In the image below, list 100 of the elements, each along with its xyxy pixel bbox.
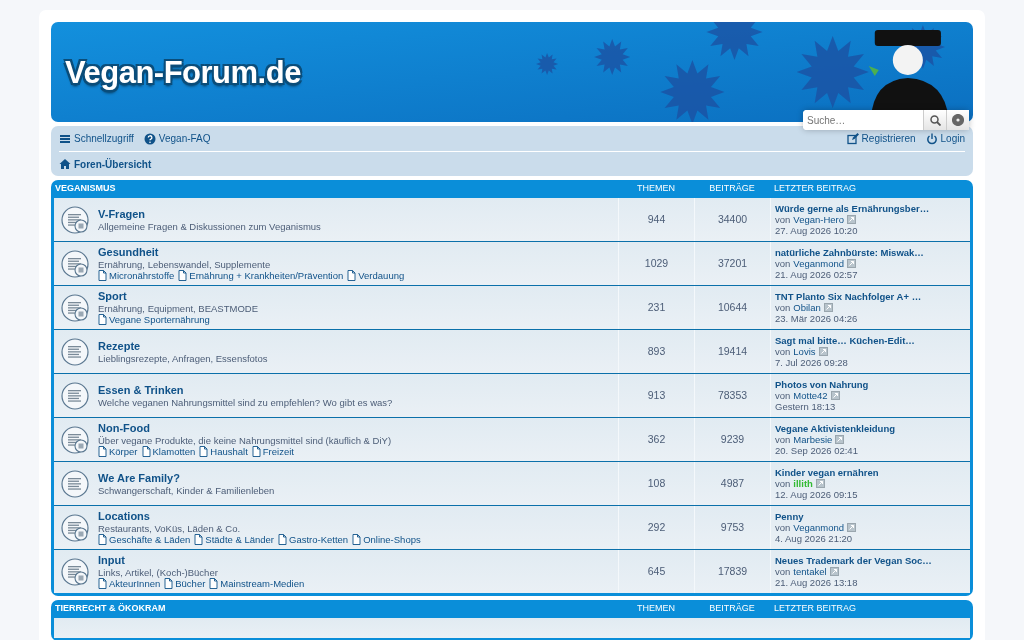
last-post-link[interactable]: natürliche Zahnbürste: Miswak… <box>775 247 966 258</box>
document-icon <box>178 270 188 281</box>
advanced-search-button[interactable] <box>946 110 969 130</box>
forum-title-link[interactable]: Essen & Trinken <box>98 383 393 397</box>
document-icon <box>194 534 204 545</box>
last-post-link[interactable]: TNT Planto Six Nachfolger A+ … <box>775 291 966 302</box>
forum-title-link[interactable]: Rezepte <box>98 339 268 353</box>
document-icon <box>164 578 174 589</box>
search-icon <box>929 114 941 126</box>
post-time: 27. Aug 2026 10:20 <box>775 225 859 236</box>
by-label: von <box>775 434 791 445</box>
document-icon <box>352 534 362 545</box>
search-field[interactable]: Suche… <box>803 110 969 130</box>
topic-count: 645 <box>618 550 694 593</box>
search-button[interactable] <box>923 110 946 130</box>
post-time: 4. Aug 2026 21:20 <box>775 533 854 544</box>
subforum-link[interactable]: Micronährstoffe <box>98 270 175 281</box>
column-header: BEITRÄGE <box>708 182 756 196</box>
subforum-link[interactable]: Körper <box>98 446 138 457</box>
author-link[interactable]: Motte42 <box>793 390 828 401</box>
subforum-link[interactable]: Ernährung + Krankheiten/Prävention <box>178 270 344 281</box>
section-title[interactable]: TIERRECHT & ÖKOKRAM <box>54 602 618 616</box>
forum-description: Ernährung, Equipment, BEASTMODE <box>98 303 258 314</box>
subforum-link[interactable]: Verdauung <box>347 270 405 281</box>
author-link[interactable]: Obilan <box>793 302 821 313</box>
document-icon <box>98 270 107 281</box>
menu-icon <box>59 132 71 145</box>
view-post-icon[interactable] <box>847 259 857 268</box>
view-post-icon[interactable] <box>847 215 857 224</box>
post-time: 21. Aug 2026 02:57 <box>775 269 859 280</box>
by-label: von <box>775 478 791 489</box>
view-post-icon[interactable] <box>830 391 840 400</box>
last-post-link[interactable]: Sagt mal bitte… Küchen-Edit… <box>775 335 966 346</box>
document-icon <box>98 446 107 457</box>
post-time: 12. Aug 2026 09:15 <box>775 489 859 500</box>
nav-link[interactable]: Schnellzugriff <box>59 131 134 146</box>
subforum-link[interactable]: Städte & Länder <box>194 534 274 545</box>
subforum-link[interactable]: Gastro-Ketten <box>278 534 349 545</box>
nav-link[interactable]: Login <box>925 131 965 146</box>
forum-description: Allgemeine Fragen & Diskussionen zum Veganismus <box>98 220 321 232</box>
post-time: 20. Sep 2026 02:41 <box>775 445 859 456</box>
view-post-icon[interactable] <box>829 567 839 576</box>
view-post-icon[interactable] <box>815 479 825 488</box>
view-post-icon[interactable] <box>818 347 828 356</box>
view-post-icon[interactable] <box>847 523 857 532</box>
last-post-link[interactable]: Penny <box>775 511 966 522</box>
subforum-link[interactable]: Klamotten <box>141 446 196 457</box>
forum-description: Schwangerschaft, Kinder & Familienleben <box>98 484 275 496</box>
nav-link[interactable]: Registrieren <box>846 131 916 146</box>
author-link[interactable]: Marbesie <box>793 434 833 445</box>
breadcrumb-link[interactable]: Foren-Übersicht <box>59 156 152 172</box>
view-post-icon[interactable] <box>835 435 845 444</box>
last-post-link[interactable]: Photos von Nahrung <box>775 379 966 390</box>
last-post-link[interactable]: Vegane Aktivistenkleidung <box>775 423 966 434</box>
document-icon <box>199 446 209 457</box>
last-post-link[interactable]: Würde gerne als Ernährungsber… <box>775 203 966 214</box>
power-icon <box>925 132 938 145</box>
forum-title-link[interactable]: Gesundheit <box>98 246 405 259</box>
by-label: von <box>775 258 791 269</box>
forum-title-link[interactable]: Non-Food <box>98 422 392 435</box>
subforum-link[interactable]: Vegane Sporternährung <box>98 314 210 325</box>
subforum-link[interactable]: Bücher <box>164 578 206 589</box>
subforum-link[interactable]: Haushalt <box>199 446 248 457</box>
forum-title-link[interactable]: Input <box>98 554 305 567</box>
subforum-link[interactable]: AkteurInnen <box>98 578 161 589</box>
document-icon <box>278 534 287 545</box>
document-icon <box>98 534 107 545</box>
forum-title-link[interactable]: Sport <box>98 290 258 303</box>
post-time: 23. Mär 2026 04:26 <box>775 313 859 324</box>
section-title[interactable]: VEGANISMUS <box>54 182 618 196</box>
author-link[interactable]: tentakel <box>793 566 827 577</box>
column-header: THEMEN <box>636 602 676 616</box>
forum-description: Ernährung, Lebenswandel, Supplemente <box>98 259 272 270</box>
author-link[interactable]: Veganmond <box>793 522 845 533</box>
nav-link[interactable]: Vegan-FAQ <box>143 131 211 146</box>
subforum-link[interactable]: Geschäfte & Läden <box>98 534 191 545</box>
document-icon <box>98 314 107 325</box>
last-post-link[interactable]: Kinder vegan ernähren <box>775 467 966 478</box>
document-icon <box>141 446 151 457</box>
forum-description: Lieblingsrezepte, Anfragen, Essensfotos <box>98 352 268 364</box>
forum-description: Welche veganen Nahrungsmittel sind zu empfehlen? Wo gibt es was? <box>98 396 393 408</box>
last-post-link[interactable]: Neues Trademark der Vegan Soc… <box>775 555 966 566</box>
forum-title-link[interactable]: We Are Family? <box>98 471 275 485</box>
author-link[interactable]: Lovis <box>793 346 816 357</box>
column-header: THEMEN <box>636 182 676 196</box>
forum-title-link[interactable]: Locations <box>98 510 421 523</box>
column-header: LETZTER BEITRAG <box>773 182 857 196</box>
by-label: von <box>775 302 791 313</box>
forum-title-link[interactable]: V-Fragen <box>98 207 321 221</box>
subforum-link[interactable]: Freizeit <box>251 446 294 457</box>
forum-description: Über vegane Produkte, die keine Nahrungsmittel sind (käuflich & DiY) <box>98 435 392 446</box>
by-label: von <box>775 346 791 357</box>
subforum-link[interactable]: Online-Shops <box>352 534 421 545</box>
author-link[interactable]: Vegan-Hero <box>793 214 845 225</box>
view-post-icon[interactable] <box>823 303 833 312</box>
post-time: Gestern 18:13 <box>775 401 837 412</box>
post-time: 21. Aug 2026 13:18 <box>775 577 859 588</box>
forum-description: Restaurants, VoKüs, Läden & Co. <box>98 523 242 534</box>
subforum-link[interactable]: Mainstream-Medien <box>209 578 305 589</box>
author-link[interactable]: Veganmond <box>793 258 845 269</box>
